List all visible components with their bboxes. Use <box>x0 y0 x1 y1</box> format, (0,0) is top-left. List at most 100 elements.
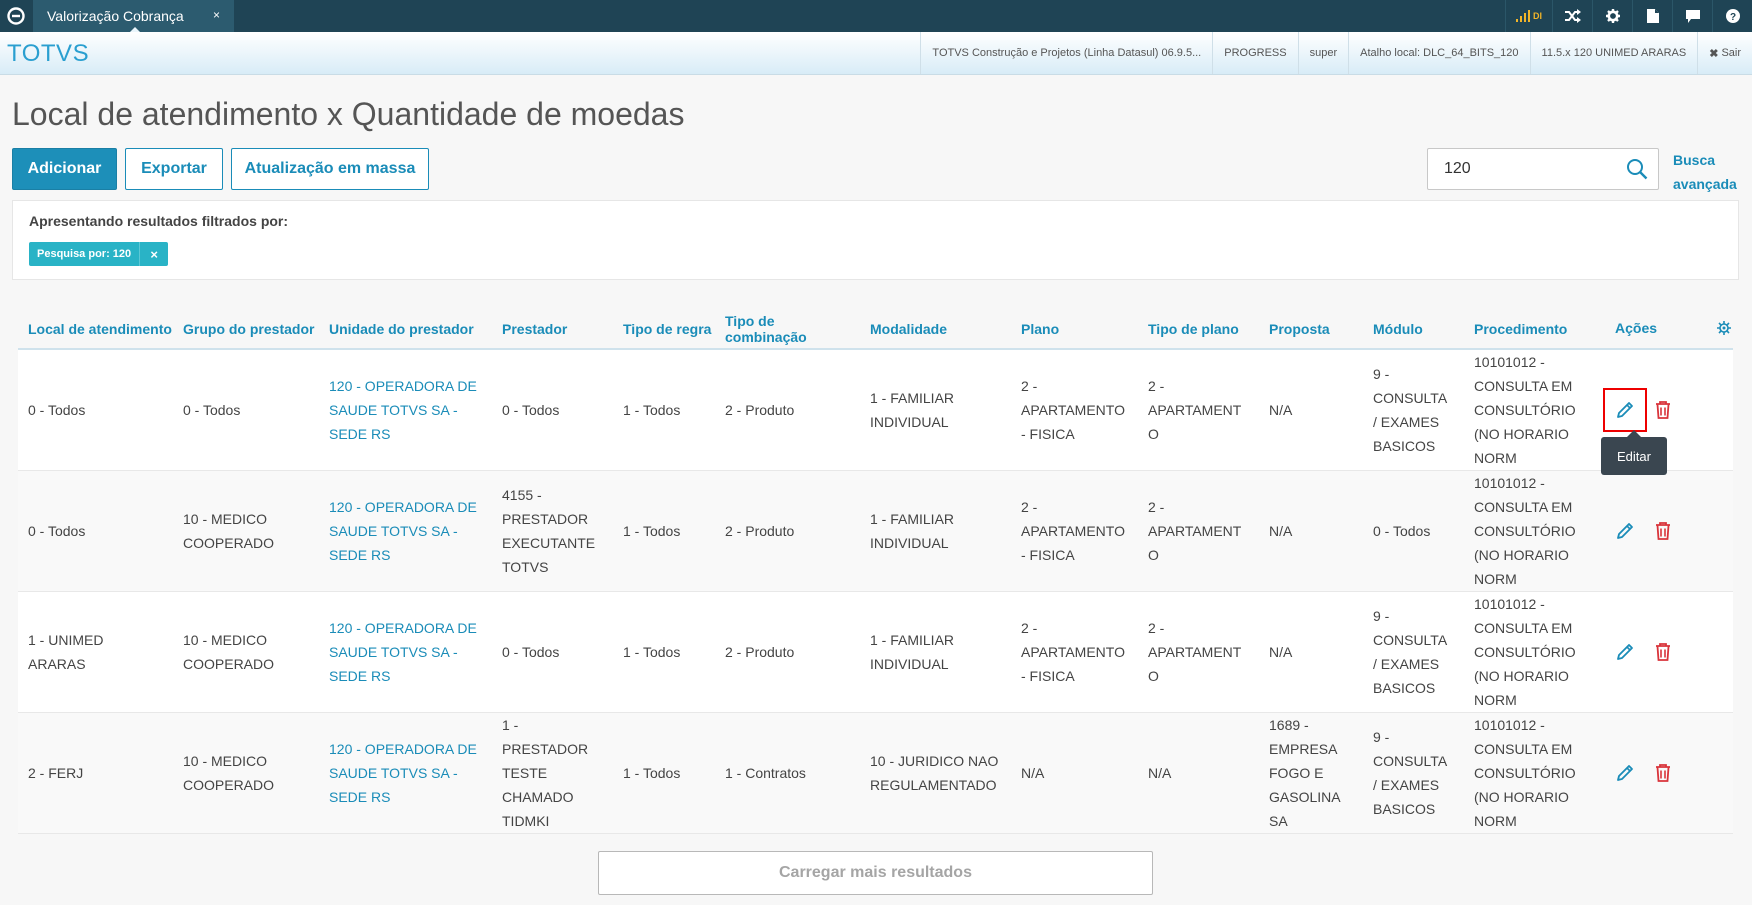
cell-text: 0 - Todos <box>28 523 86 539</box>
column-header-tipo-plano[interactable]: Tipo de plano <box>1138 310 1259 350</box>
cell-procedimento: 10101012 - CONSULTA EM CONSULTÓRIO (NO H… <box>1464 712 1605 834</box>
filter-chip-close-icon[interactable]: × <box>139 242 168 266</box>
signal-icon[interactable]: DI <box>1505 0 1552 32</box>
delete-trash-icon[interactable] <box>1653 763 1673 783</box>
gear-icon[interactable] <box>1592 0 1632 32</box>
cell-text: 2 - APARTAMENTO - FISICA <box>1021 378 1125 442</box>
cell-text: 10 - MEDICO COOPERADO <box>183 753 275 793</box>
cell-text: 0 - Todos <box>28 402 86 418</box>
cell-text: 1 - Todos <box>623 765 681 781</box>
header-info-version[interactable]: 11.5.x 120 UNIMED ARARAS <box>1529 32 1698 74</box>
load-more-button[interactable]: Carregar mais resultados <box>598 851 1153 895</box>
cell-text: 2 - Produto <box>725 523 795 539</box>
cell-modalidade: 1 - FAMILIAR INDIVIDUAL <box>860 591 1011 713</box>
chat-icon[interactable] <box>1672 0 1712 32</box>
header-info-user[interactable]: super <box>1297 32 1349 74</box>
column-header-plano[interactable]: Plano <box>1011 310 1138 350</box>
filter-chip: Pesquisa por: 120 × <box>29 242 169 266</box>
cell-plano: N/A <box>1011 712 1138 834</box>
cell-text[interactable]: 120 - OPERADORA DE SAUDE TOTVS SA - SEDE… <box>329 374 482 446</box>
delete-trash-icon[interactable] <box>1653 521 1673 541</box>
advanced-search-link[interactable]: Busca avançada <box>1673 148 1743 196</box>
cell-text: N/A <box>1148 765 1172 781</box>
edit-pencil-icon[interactable] <box>1603 388 1647 432</box>
cell-text: 10101012 - CONSULTA EM CONSULTÓRIO (NO H… <box>1474 475 1576 587</box>
edit-pencil-icon[interactable] <box>1615 642 1635 662</box>
cell-tipo-plano: 2 - APARTAMENTO <box>1138 349 1259 471</box>
cell-tipo-combinacao: 2 - Produto <box>715 349 860 471</box>
cell-modalidade: 10 - JURIDICO NAO REGULAMENTADO <box>860 712 1011 834</box>
export-button[interactable]: Exportar <box>125 148 223 190</box>
cell-acoes <box>1605 470 1733 592</box>
cell-text[interactable]: 120 - OPERADORA DE SAUDE TOTVS SA - SEDE… <box>329 737 482 809</box>
edit-pencil-icon[interactable] <box>1615 763 1635 783</box>
cell-tipo-combinacao: 2 - Produto <box>715 470 860 592</box>
add-button[interactable]: Adicionar <box>12 148 117 190</box>
table-row: 2 - FERJ 10 - MEDICO COOPERADO 120 - OPERA… <box>18 712 1733 834</box>
cell-unidade-prestador[interactable]: 120 - OPERADORA DE SAUDE TOTVS SA - SEDE… <box>319 470 492 592</box>
column-header-modalidade[interactable]: Modalidade <box>860 310 1011 350</box>
cell-text: 1 - Todos <box>623 402 681 418</box>
column-header-tipo-regra[interactable]: Tipo de regra <box>613 310 715 350</box>
column-header-modulo[interactable]: Módulo <box>1363 310 1464 350</box>
column-header-grupo-prestador[interactable]: Grupo do prestador <box>173 310 319 350</box>
cell-text: 1 - UNIMED ARARAS <box>28 632 104 672</box>
header-info-company[interactable]: TOTVS Construção e Projetos (Linha Datas… <box>920 32 1212 74</box>
cell-grupo-prestador: 10 - MEDICO COOPERADO <box>173 591 319 713</box>
tab-label: Valorização Cobrança <box>47 8 184 24</box>
cell-plano: 2 - APARTAMENTO - FISICA <box>1011 470 1138 592</box>
search-input[interactable] <box>1442 159 1616 179</box>
cell-text: 0 - Todos <box>183 402 241 418</box>
row-actions <box>1603 388 1723 432</box>
cell-text: 1689 - EMPRESA FOGO E GASOLINA SA <box>1269 717 1340 829</box>
column-header-tipo-combinacao[interactable]: Tipo de combinação <box>715 310 860 350</box>
cell-unidade-prestador[interactable]: 120 - OPERADORA DE SAUDE TOTVS SA - SEDE… <box>319 712 492 834</box>
cell-modulo: 9 - CONSULTA / EXAMES BASICOS <box>1363 591 1464 713</box>
cell-text: 10101012 - CONSULTA EM CONSULTÓRIO (NO H… <box>1474 596 1576 708</box>
edit-tooltip: Editar <box>1601 430 1667 475</box>
delete-trash-icon[interactable] <box>1653 642 1673 662</box>
results-table: Local de atendimento Grupo do prestador … <box>18 310 1733 834</box>
close-icon: ✖ <box>1709 47 1719 60</box>
cell-text: 1 - PRESTADOR TESTE CHAMADO TIDMKI <box>502 717 589 829</box>
column-header-unidade-prestador[interactable]: Unidade do prestador <box>319 310 492 350</box>
header-info-database[interactable]: PROGRESS <box>1212 32 1297 74</box>
delete-trash-icon[interactable] <box>1653 400 1673 420</box>
row-actions <box>1615 642 1723 662</box>
cell-modulo: 0 - Todos <box>1363 470 1464 592</box>
table-settings-icon[interactable] <box>1717 321 1731 338</box>
search-icon[interactable] <box>1626 158 1648 185</box>
header-info-shortcut[interactable]: Atalho local: DLC_64_BITS_120 <box>1348 32 1529 74</box>
column-header-proposta[interactable]: Proposta <box>1259 310 1363 350</box>
cell-unidade-prestador[interactable]: 120 - OPERADORA DE SAUDE TOTVS SA - SEDE… <box>319 591 492 713</box>
cell-text: 1 - Todos <box>623 523 681 539</box>
app-logo-icon[interactable] <box>0 0 32 32</box>
cell-text: 2 - Produto <box>725 644 795 660</box>
column-header-local-atendimento[interactable]: Local de atendimento <box>18 310 173 350</box>
table-row: 1 - UNIMED ARARAS 10 - MEDICO COOPERADO 12… <box>18 591 1733 713</box>
cell-unidade-prestador[interactable]: 120 - OPERADORA DE SAUDE TOTVS SA - SEDE… <box>319 349 492 471</box>
cell-text: 1 - FAMILIAR INDIVIDUAL <box>870 390 955 430</box>
cell-text[interactable]: 120 - OPERADORA DE SAUDE TOTVS SA - SEDE… <box>329 616 482 688</box>
cell-text: 10101012 - CONSULTA EM CONSULTÓRIO (NO H… <box>1474 717 1576 829</box>
row-actions <box>1615 521 1723 541</box>
cell-modalidade: 1 - FAMILIAR INDIVIDUAL <box>860 470 1011 592</box>
logout-button[interactable]: ✖ Sair <box>1697 32 1752 74</box>
cell-text: 2 - FERJ <box>28 765 84 781</box>
cell-text: 1 - FAMILIAR INDIVIDUAL <box>870 511 955 551</box>
mass-update-button[interactable]: Atualização em massa <box>231 148 429 190</box>
cell-text: 2 - APARTAMENTO - FISICA <box>1021 620 1125 684</box>
top-bar: Valorização Cobrança × DI ? <box>0 0 1752 34</box>
cell-text[interactable]: 120 - OPERADORA DE SAUDE TOTVS SA - SEDE… <box>329 495 482 567</box>
column-header-procedimento[interactable]: Procedimento <box>1464 310 1605 350</box>
edit-pencil-icon[interactable] <box>1615 521 1635 541</box>
shuffle-icon[interactable] <box>1552 0 1592 32</box>
document-icon[interactable] <box>1632 0 1672 32</box>
cell-tipo-plano: 2 - APARTAMENTO <box>1138 591 1259 713</box>
cell-text: 1 - Contratos <box>725 765 806 781</box>
help-icon[interactable]: ? <box>1712 0 1752 32</box>
column-header-prestador[interactable]: Prestador <box>492 310 613 350</box>
cell-text: 9 - CONSULTA / EXAMES BASICOS <box>1373 608 1447 696</box>
cell-text: 2 - APARTAMENTO - FISICA <box>1021 499 1125 563</box>
tab-close-icon[interactable]: × <box>213 8 220 22</box>
